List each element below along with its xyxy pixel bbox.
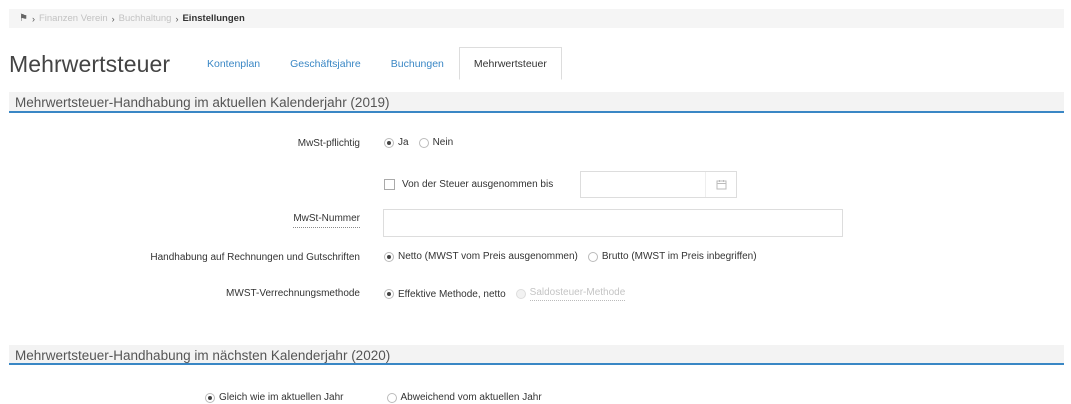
tab-buchungen[interactable]: Buchungen — [376, 47, 459, 80]
vat-liable-yes-option[interactable]: Ja — [384, 137, 409, 148]
breadcrumb-item-buchhaltung[interactable]: Buchhaltung — [119, 13, 172, 24]
radio-checked-icon[interactable] — [205, 392, 215, 403]
method-saldo-option: Saldosteuer-Methode — [515, 287, 626, 301]
radio-unchecked-icon[interactable] — [587, 251, 598, 262]
chevron-right-icon: › — [111, 13, 115, 24]
invoice-handling-radio-group: Netto (MWST vom Preis ausgenommen) Brutt… — [384, 251, 767, 262]
tab-geschaeftsjahre[interactable]: Geschäftsjahre — [275, 47, 376, 80]
next-year-radio-group: Gleich wie im aktuellen Jahr Abweichend … — [205, 392, 552, 403]
vat-number-label: MwSt-Nummer — [293, 213, 360, 228]
chevron-right-icon: › — [31, 13, 35, 24]
invoice-handling-brutto-option[interactable]: Brutto (MWST im Preis inbegriffen) — [587, 251, 757, 262]
method-effective-option[interactable]: Effektive Methode, netto — [384, 289, 506, 300]
invoice-handling-label: Handhabung auf Rechnungen und Gutschrift… — [150, 252, 360, 263]
page-title: Mehrwertsteuer — [9, 51, 171, 77]
method-radio-group: Effektive Methode, netto Saldosteuer-Met… — [384, 287, 635, 301]
radio-checked-icon[interactable] — [384, 137, 394, 148]
method-saldo-label: Saldosteuer-Methode — [529, 287, 626, 301]
method-label: MWST-Verrechnungsmethode — [226, 288, 360, 299]
vat-liable-radio-group: Ja Nein — [384, 137, 463, 148]
home-icon[interactable]: ⚑ — [19, 13, 28, 24]
tab-kontenplan[interactable]: Kontenplan — [192, 47, 275, 80]
next-year-different-label: Abweichend vom aktuellen Jahr — [400, 392, 542, 403]
tab-bar: Kontenplan Geschäftsjahre Buchungen Mehr… — [192, 47, 562, 80]
invoice-handling-netto-option[interactable]: Netto (MWST vom Preis ausgenommen) — [384, 251, 578, 262]
vat-liable-label: MwSt-pflichtig — [297, 138, 360, 149]
invoice-handling-brutto-label: Brutto (MWST im Preis inbegriffen) — [601, 251, 757, 262]
next-year-same-label: Gleich wie im aktuellen Jahr — [219, 392, 344, 403]
radio-disabled-icon — [515, 289, 526, 299]
exempt-checkbox-field: Von der Steuer ausgenommen bis — [384, 179, 553, 190]
vat-liable-no-label: Nein — [432, 137, 454, 148]
exempt-date-input[interactable] — [580, 171, 737, 198]
tab-mehrwertsteuer[interactable]: Mehrwertsteuer — [458, 47, 562, 80]
radio-unchecked-icon[interactable] — [386, 392, 397, 403]
invoice-handling-netto-label: Netto (MWST vom Preis ausgenommen) — [398, 251, 578, 262]
radio-checked-icon[interactable] — [384, 289, 394, 299]
calendar-icon[interactable] — [705, 172, 736, 197]
exempt-label: Von der Steuer ausgenommen bis — [402, 179, 554, 190]
method-effective-label: Effektive Methode, netto — [398, 288, 506, 300]
exempt-checkbox[interactable] — [384, 179, 395, 190]
section-header-next-year: Mehrwertsteuer-Handhabung im nächsten Ka… — [9, 345, 1064, 365]
next-year-different-option[interactable]: Abweichend vom aktuellen Jahr — [386, 392, 542, 403]
breadcrumb-item-finanzen-verein[interactable]: Finanzen Verein — [39, 13, 108, 24]
section-header-current-year: Mehrwertsteuer-Handhabung im aktuellen K… — [9, 92, 1064, 113]
radio-checked-icon[interactable] — [384, 251, 394, 262]
vat-number-input[interactable] — [383, 209, 843, 237]
vat-liable-yes-label: Ja — [398, 137, 409, 148]
vat-liable-no-option[interactable]: Nein — [418, 137, 454, 148]
breadcrumb-current: Einstellungen — [182, 13, 245, 24]
radio-unchecked-icon[interactable] — [418, 137, 429, 148]
next-year-same-option[interactable]: Gleich wie im aktuellen Jahr — [205, 392, 344, 403]
breadcrumb: ⚑ › Finanzen Verein › Buchhaltung › Eins… — [9, 9, 1064, 28]
chevron-right-icon: › — [175, 13, 179, 24]
